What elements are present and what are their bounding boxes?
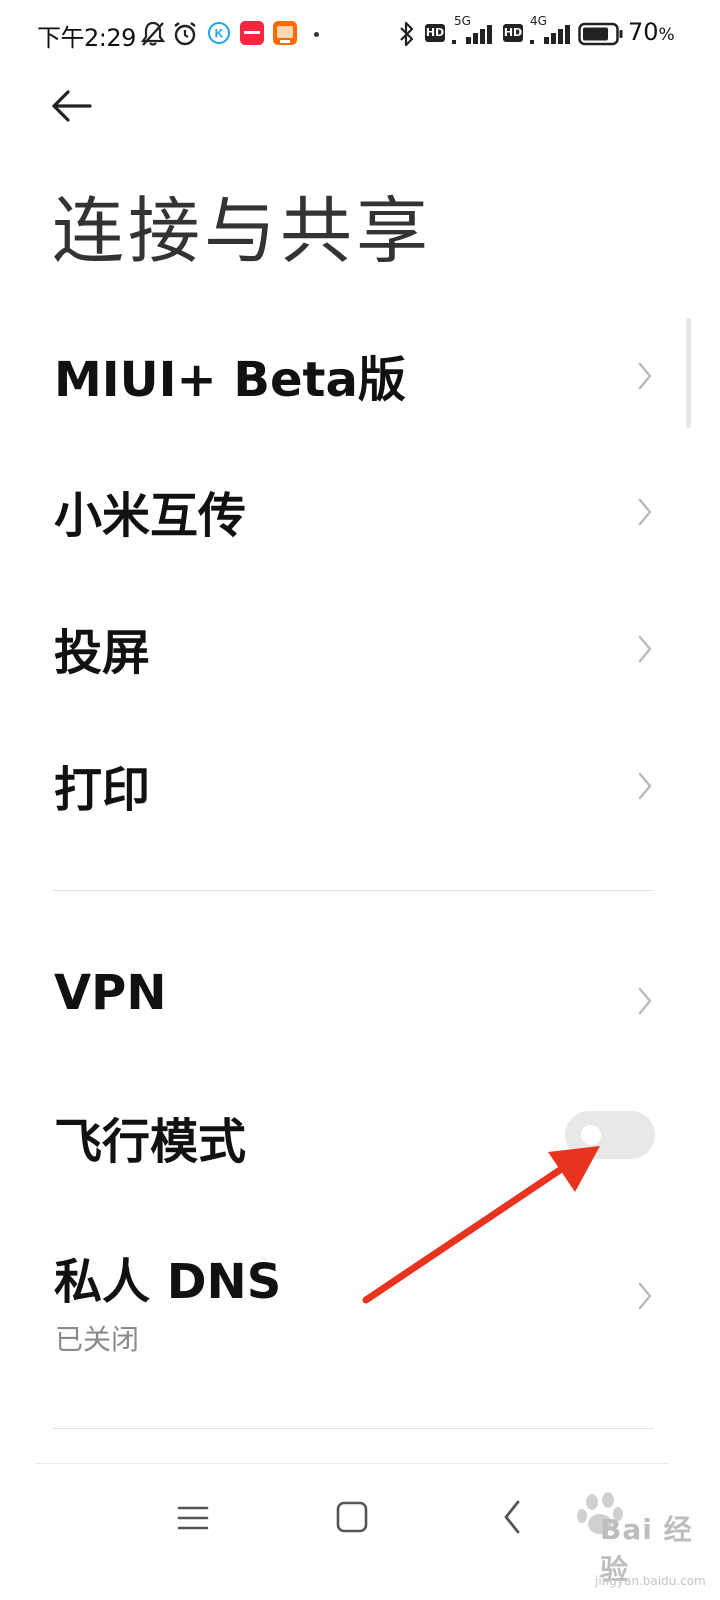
svg-text:K: K	[215, 27, 224, 41]
home-square-icon	[336, 1501, 368, 1533]
settings-item-label: 私人 DNS	[54, 1254, 282, 1310]
chevron-left-icon	[504, 1500, 520, 1534]
status-time: 下午2:29	[37, 24, 136, 52]
alarm-icon	[174, 22, 196, 46]
settings-item-vpn[interactable]: VPN	[0, 955, 720, 1047]
signal-bars-2-icon	[530, 25, 570, 44]
recents-button[interactable]	[163, 1490, 223, 1550]
settings-item-mi-share[interactable]: 小米互传	[0, 466, 720, 558]
settings-item-private-dns[interactable]: 私人 DNS 已关闭	[0, 1230, 720, 1370]
chevron-right-icon	[638, 635, 652, 663]
settings-item-label: MIUI+ Beta版	[54, 352, 406, 408]
home-button[interactable]	[322, 1490, 382, 1550]
chevron-right-icon	[638, 1282, 652, 1310]
kugou-app-icon: K	[208, 22, 230, 44]
menu-lines-icon	[177, 1506, 209, 1530]
settings-item-subtitle: 已关闭	[55, 1323, 140, 1356]
chevron-right-icon	[638, 362, 652, 390]
system-back-button[interactable]	[482, 1490, 542, 1550]
navbar-divider	[34, 1463, 670, 1464]
bluetooth-icon	[400, 21, 414, 47]
page-title: 连接与共享	[52, 189, 433, 273]
signal-bars-1-icon	[452, 25, 492, 44]
section-divider	[52, 890, 654, 891]
battery-icon	[578, 22, 623, 46]
settings-item-print[interactable]: 打印	[0, 740, 720, 832]
toggle-knob	[581, 1125, 601, 1145]
xiaohongshu-app-icon	[240, 21, 264, 45]
settings-item-label: 打印	[54, 762, 151, 818]
chevron-right-icon	[638, 987, 652, 1015]
section-divider	[52, 1428, 654, 1429]
arrow-left-icon	[52, 90, 92, 122]
settings-item-miui-plus[interactable]: MIUI+ Beta版	[0, 330, 720, 422]
airplane-mode-toggle[interactable]	[565, 1111, 655, 1159]
settings-item-label: 小米互传	[54, 488, 247, 544]
bell-off-icon	[140, 21, 166, 46]
hd-badge-2: HD	[503, 24, 523, 42]
taobao-app-icon	[273, 21, 297, 45]
watermark-url: jingyan.baidu.com	[595, 1574, 706, 1588]
hd-badge-1: HD	[425, 24, 445, 42]
settings-item-label: 投屏	[54, 625, 151, 681]
battery-percentage: 70%	[628, 18, 675, 46]
settings-item-label: 飞行模式	[54, 1114, 247, 1170]
chevron-right-icon	[638, 772, 652, 800]
settings-item-cast[interactable]: 投屏	[0, 603, 720, 695]
more-notifications-dot	[314, 32, 319, 37]
status-bar: 下午2:29 K HD 5G HD 4G 70%	[0, 0, 720, 70]
settings-item-label: VPN	[54, 965, 167, 1021]
chevron-right-icon	[638, 498, 652, 526]
back-button[interactable]	[40, 82, 100, 130]
